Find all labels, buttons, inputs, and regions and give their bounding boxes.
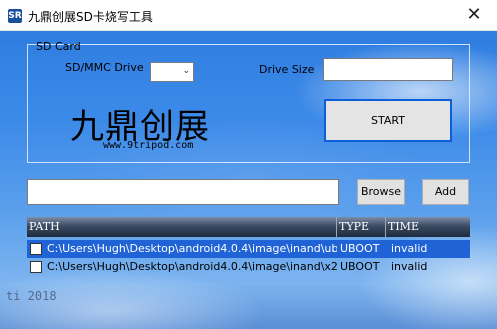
row-checkbox[interactable]: [30, 261, 42, 273]
list-header: PATH TYPE TIME: [27, 217, 470, 237]
drive-select[interactable]: ⌄: [150, 62, 194, 82]
window-title: 九鼎创展SD卡烧写工具: [28, 10, 153, 24]
add-button[interactable]: Add: [422, 179, 469, 205]
drive-size-field[interactable]: [323, 58, 453, 81]
browse-button[interactable]: Browse: [357, 179, 405, 205]
path-input[interactable]: [27, 179, 339, 205]
row-time: invalid: [391, 242, 428, 255]
drive-size-label: Drive Size: [259, 63, 315, 76]
title-bar: SR 九鼎创展SD卡烧写工具 ✕: [0, 0, 497, 31]
column-header-path[interactable]: PATH: [27, 217, 337, 237]
row-path: C:\Users\Hugh\Desktop\android4.0.4\image…: [47, 242, 337, 255]
column-header-type[interactable]: TYPE: [337, 217, 386, 237]
row-type: UBOOT: [340, 242, 380, 255]
app-icon: SR: [8, 9, 22, 23]
list-row[interactable]: C:\Users\Hugh\Desktop\android4.0.4\image…: [27, 258, 470, 276]
background-text: ti 2018: [6, 289, 57, 303]
file-list[interactable]: PATH TYPE TIME C:\Users\Hugh\Desktop\and…: [27, 217, 470, 329]
row-type: UBOOT: [340, 260, 380, 273]
row-path: C:\Users\Hugh\Desktop\android4.0.4\image…: [47, 260, 337, 273]
main-window-client: SD Card SD/MMC Drive ⌄ Drive Size 九鼎创展 w…: [0, 31, 497, 329]
start-button[interactable]: START: [324, 99, 452, 142]
brand-url: www.9tripod.com: [103, 140, 194, 151]
drive-label: SD/MMC Drive: [65, 61, 144, 74]
row-time: invalid: [391, 260, 428, 273]
sd-card-group-label: SD Card: [36, 40, 81, 53]
chevron-down-icon[interactable]: ⌄: [182, 66, 190, 76]
list-row[interactable]: C:\Users\Hugh\Desktop\android4.0.4\image…: [27, 240, 470, 258]
row-checkbox[interactable]: [30, 243, 42, 255]
column-header-time[interactable]: TIME: [386, 217, 470, 237]
close-button[interactable]: ✕: [451, 0, 497, 30]
